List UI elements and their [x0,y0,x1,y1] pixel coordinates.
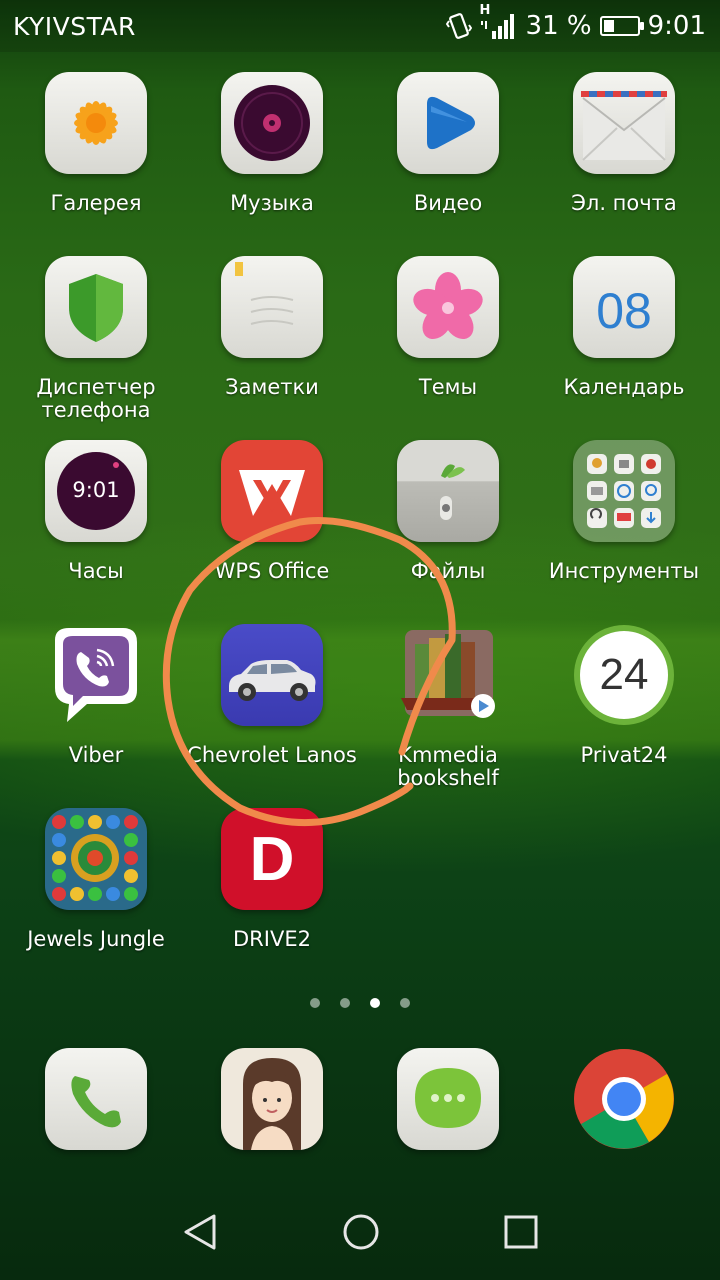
app-themes[interactable]: Темы [360,256,536,399]
app-files[interactable]: Файлы [360,440,536,583]
app-label: Jewels Jungle [27,927,165,951]
dock-chrome[interactable] [536,1048,712,1150]
app-label: DRIVE2 [233,927,311,951]
signal-icon: H [480,3,518,41]
home-icon[interactable] [339,1210,383,1254]
status-bar: KYIVSTAR H 31 % 9:01 [0,0,720,52]
email-icon [573,72,675,174]
drive2-letter: D [249,825,295,894]
clock-icon-time: 9:01 [72,478,120,502]
notes-icon [221,256,323,358]
app-email[interactable]: Эл. почта [536,72,712,215]
app-label: Privat24 [580,743,668,767]
clock: 9:01 [647,11,706,41]
recents-icon[interactable] [499,1210,543,1254]
video-icon [397,72,499,174]
drive2-icon: D [221,808,323,910]
jewels-icon [45,808,147,910]
app-notes[interactable]: Заметки [184,256,360,399]
gallery-icon [45,72,147,174]
app-kmmedia-bookshelf[interactable]: Kmmedia bookshelf [360,624,536,790]
page-dot[interactable] [340,998,350,1008]
app-label: Часы [68,559,124,583]
dock-phone[interactable] [8,1048,184,1150]
app-label: Календарь [563,375,685,399]
app-video[interactable]: Видео [360,72,536,215]
battery-level [603,20,614,32]
vibrate-icon [445,13,472,39]
app-label: Темы [418,375,478,399]
app-label: Инструменты [548,559,700,583]
carrier-name: KYIVSTAR [13,12,136,41]
app-music[interactable]: Музыка [184,72,360,215]
clock-icon: 9:01 [45,440,147,542]
app-label: Заметки [225,375,319,399]
app-label: Галерея [50,191,142,215]
page-dot[interactable] [400,998,410,1008]
back-icon[interactable] [178,1210,222,1254]
app-jewels-jungle[interactable]: Jewels Jungle [8,808,184,951]
dock-contacts[interactable] [184,1048,360,1150]
app-chevrolet-lanos[interactable]: Chevrolet Lanos [184,624,360,767]
app-phone-manager[interactable]: Диспетчер телефона [8,256,184,422]
phone-icon [45,1048,147,1150]
page-dot-active[interactable] [370,998,380,1008]
contacts-icon [221,1048,323,1150]
app-gallery[interactable]: Галерея [8,72,184,215]
app-calendar[interactable]: 08 Календарь [536,256,712,399]
car-icon [221,624,323,726]
app-label: Kmmedia bookshelf [397,743,499,790]
page-dot[interactable] [310,998,320,1008]
bookshelf-icon [397,624,499,726]
folder-icon [397,440,499,542]
calendar-icon: 08 [573,256,675,358]
app-privat24[interactable]: 24 Privat24 [536,624,712,767]
privat24-number: 24 [599,650,649,699]
viber-icon [45,624,147,726]
chrome-icon [573,1048,675,1150]
app-label: WPS Office [214,559,330,583]
music-icon [221,72,323,174]
status-icons: H 31 % 9:01 [445,3,706,42]
messages-icon [397,1048,499,1150]
app-label: Диспетчер телефона [36,375,156,422]
flower-icon [397,256,499,358]
clock-dot [113,462,119,468]
wps-icon [221,440,323,542]
app-label: Файлы [410,559,486,583]
app-label: Эл. почта [571,191,677,215]
battery-percent: 31 % [525,11,592,41]
privat24-icon: 24 [573,624,675,726]
calendar-day: 08 [596,283,652,339]
app-wps-office[interactable]: WPS Office [184,440,360,583]
app-clock[interactable]: 9:01 Часы [8,440,184,583]
navigation-bar [0,1180,720,1280]
app-label: Chevrolet Lanos [187,743,357,767]
app-tools[interactable]: Инструменты [536,440,712,583]
app-label: Viber [68,743,124,767]
shield-icon [45,256,147,358]
app-viber[interactable]: Viber [8,624,184,767]
dock-messages[interactable] [360,1048,536,1150]
app-label: Музыка [230,191,314,215]
page-indicator[interactable] [0,998,720,1008]
battery-icon [599,16,644,36]
app-drive2[interactable]: D DRIVE2 [184,808,360,951]
app-label: Видео [413,191,483,215]
tools-folder-icon [573,440,675,542]
